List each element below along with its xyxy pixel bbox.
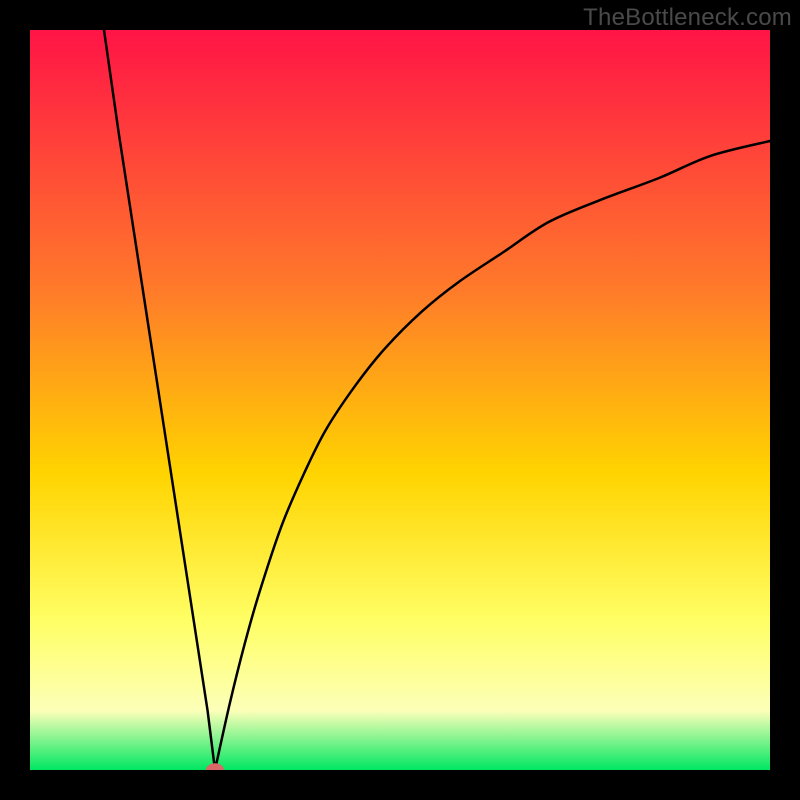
plot-svg: [30, 30, 770, 770]
watermark-text: TheBottleneck.com: [583, 4, 792, 32]
chart-frame: TheBottleneck.com: [0, 0, 800, 800]
gradient-background: [30, 30, 770, 770]
plot-area: [30, 30, 770, 770]
